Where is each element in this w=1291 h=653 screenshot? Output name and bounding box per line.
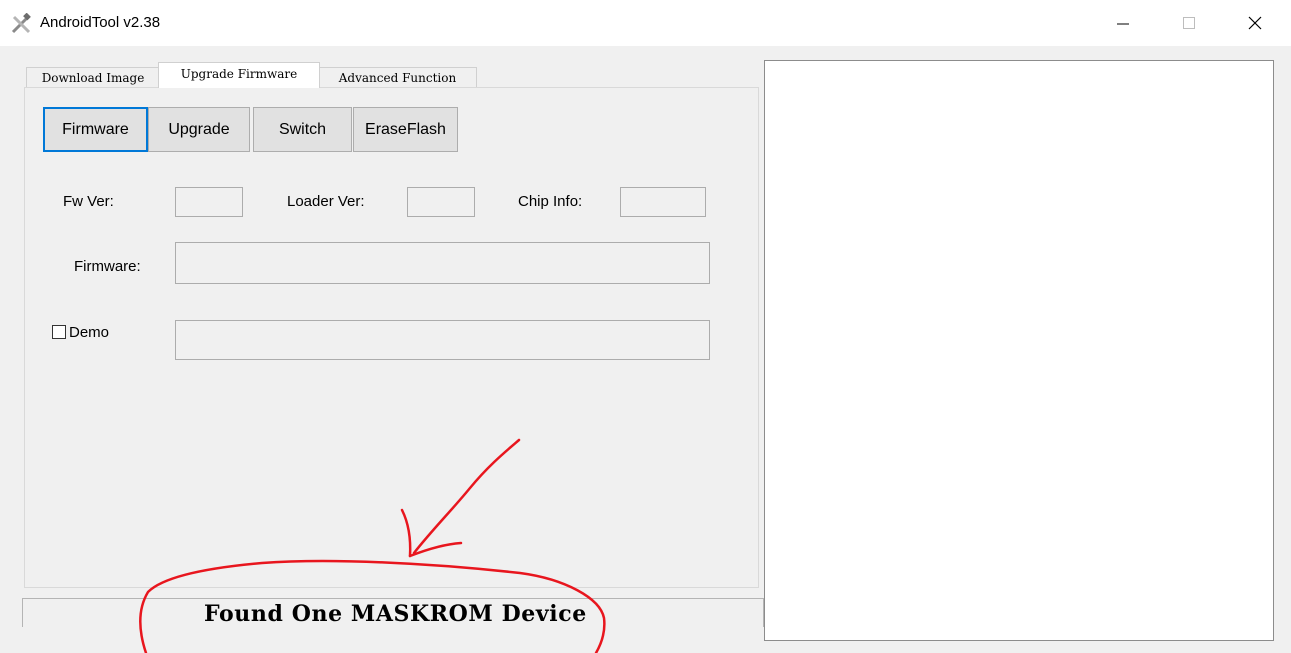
demo-label: Demo: [69, 324, 110, 341]
title-bar: AndroidTool v2.38: [0, 0, 1291, 46]
fw-ver-label: Fw Ver:: [63, 193, 114, 210]
maximize-icon: [1183, 17, 1195, 29]
erase-flash-button[interactable]: EraseFlash: [353, 107, 458, 152]
close-button[interactable]: [1232, 0, 1278, 46]
demo-checkbox[interactable]: [52, 325, 66, 339]
tools-icon: [11, 13, 31, 34]
tab-download-image[interactable]: Download Image: [26, 67, 160, 89]
loader-ver-label: Loader Ver:: [287, 193, 365, 210]
chip-info-label: Chip Info:: [518, 193, 583, 210]
log-panel[interactable]: [764, 60, 1274, 641]
tab-upgrade-firmware[interactable]: Upgrade Firmware: [158, 62, 320, 88]
loader-ver-field: [407, 187, 475, 217]
fw-ver-field: [175, 187, 243, 217]
status-message: Found One MASKROM Device: [204, 601, 587, 627]
firmware-button[interactable]: Firmware: [43, 107, 148, 152]
firmware-label: Firmware:: [74, 258, 141, 275]
minimize-button[interactable]: [1100, 0, 1146, 46]
window-title: AndroidTool v2.38: [40, 14, 161, 31]
chip-info-field: [620, 187, 706, 217]
demo-path-field[interactable]: [175, 320, 710, 360]
minimize-icon: [1117, 23, 1129, 25]
maximize-button[interactable]: [1166, 0, 1212, 46]
switch-button[interactable]: Switch: [253, 107, 352, 152]
firmware-path-field[interactable]: [175, 242, 710, 284]
upgrade-button[interactable]: Upgrade: [148, 107, 250, 152]
tab-advanced-function[interactable]: Advanced Function: [318, 67, 477, 89]
close-icon: [1248, 16, 1262, 30]
